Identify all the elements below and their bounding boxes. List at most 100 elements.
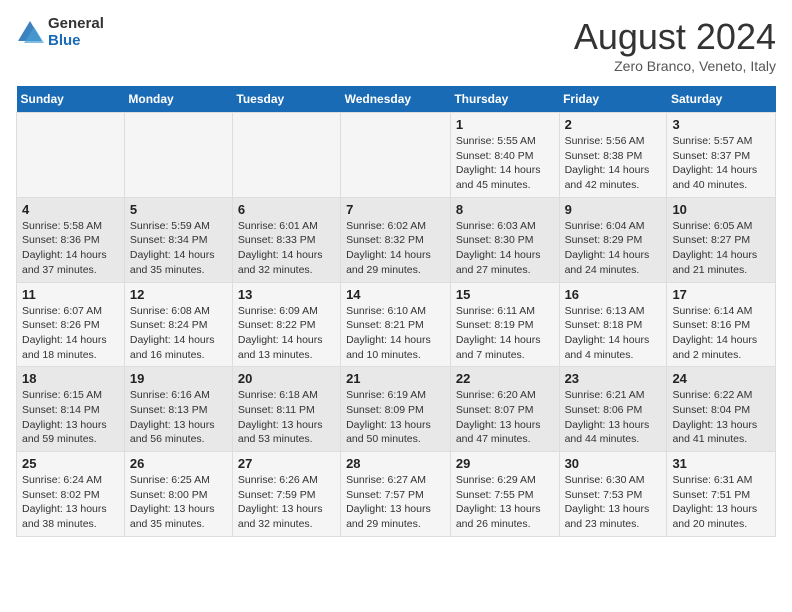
calendar-week-row: 11 Sunrise: 6:07 AM Sunset: 8:26 PM Dayli… <box>17 282 776 367</box>
calendar-cell: 3Sunrise: 5:57 AM Sunset: 8:37 PM Daylig… <box>667 113 776 198</box>
day-number: 29 <box>456 456 554 471</box>
calendar-cell: 24Sunrise: 6:22 AM Sunset: 8:04 PM Dayli… <box>667 367 776 452</box>
calendar-cell: 14 Sunrise: 6:10 AM Sunset: 8:21 PM Dayli… <box>341 282 451 367</box>
day-info: Sunrise: 6:02 AM Sunset: 8:32 PM Dayligh… <box>346 219 445 278</box>
calendar-cell: 26Sunrise: 6:25 AM Sunset: 8:00 PM Dayli… <box>124 452 232 537</box>
day-number: 24 <box>672 371 770 386</box>
day-info: Sunrise: 6:31 AM Sunset: 7:51 PM Dayligh… <box>672 473 770 532</box>
calendar-cell: 16Sunrise: 6:13 AM Sunset: 8:18 PM Dayli… <box>559 282 667 367</box>
calendar-cell: 28 Sunrise: 6:27 AM Sunset: 7:57 PM Dayli… <box>341 452 451 537</box>
day-info: Sunrise: 6:09 AM Sunset: 8:22 PM Dayligh… <box>238 304 335 363</box>
logo-blue: Blue <box>48 33 104 50</box>
day-number: 17 <box>672 287 770 302</box>
day-number: 11 <box>22 287 119 302</box>
day-info: Sunrise: 6:08 AM Sunset: 8:24 PM Dayligh… <box>130 304 227 363</box>
day-header: Wednesday <box>341 86 451 113</box>
day-number: 19 <box>130 371 227 386</box>
calendar-cell: 8 Sunrise: 6:03 AM Sunset: 8:30 PM Daylig… <box>450 197 559 282</box>
day-info: Sunrise: 6:21 AM Sunset: 8:06 PM Dayligh… <box>565 388 662 447</box>
calendar-week-row: 25 Sunrise: 6:24 AM Sunset: 8:02 PM Dayli… <box>17 452 776 537</box>
day-info: Sunrise: 6:30 AM Sunset: 7:53 PM Dayligh… <box>565 473 662 532</box>
month-title: August 2024 <box>574 16 776 58</box>
calendar-body: 1 Sunrise: 5:55 AM Sunset: 8:40 PM Daylig… <box>17 113 776 537</box>
day-header: Thursday <box>450 86 559 113</box>
day-number: 21 <box>346 371 445 386</box>
day-number: 31 <box>672 456 770 471</box>
calendar-cell: 6 Sunrise: 6:01 AM Sunset: 8:33 PM Daylig… <box>232 197 340 282</box>
calendar-week-row: 18Sunrise: 6:15 AM Sunset: 8:14 PM Dayli… <box>17 367 776 452</box>
day-number: 4 <box>22 202 119 217</box>
logo-text: General Blue <box>48 16 104 49</box>
day-info: Sunrise: 6:13 AM Sunset: 8:18 PM Dayligh… <box>565 304 662 363</box>
day-number: 26 <box>130 456 227 471</box>
day-number: 1 <box>456 117 554 132</box>
calendar-cell: 27 Sunrise: 6:26 AM Sunset: 7:59 PM Dayli… <box>232 452 340 537</box>
calendar-cell: 11 Sunrise: 6:07 AM Sunset: 8:26 PM Dayli… <box>17 282 125 367</box>
calendar-cell: 22Sunrise: 6:20 AM Sunset: 8:07 PM Dayli… <box>450 367 559 452</box>
day-info: Sunrise: 6:16 AM Sunset: 8:13 PM Dayligh… <box>130 388 227 447</box>
day-info: Sunrise: 6:15 AM Sunset: 8:14 PM Dayligh… <box>22 388 119 447</box>
calendar-cell: 9 Sunrise: 6:04 AM Sunset: 8:29 PM Daylig… <box>559 197 667 282</box>
day-header: Saturday <box>667 86 776 113</box>
day-number: 9 <box>565 202 662 217</box>
calendar-cell: 5 Sunrise: 5:59 AM Sunset: 8:34 PM Daylig… <box>124 197 232 282</box>
calendar-cell: 21 Sunrise: 6:19 AM Sunset: 8:09 PM Dayli… <box>341 367 451 452</box>
day-info: Sunrise: 6:24 AM Sunset: 8:02 PM Dayligh… <box>22 473 119 532</box>
day-number: 10 <box>672 202 770 217</box>
page-header: General Blue August 2024 Zero Branco, Ve… <box>16 16 776 74</box>
calendar-header: SundayMondayTuesdayWednesdayThursdayFrid… <box>17 86 776 113</box>
calendar-week-row: 1 Sunrise: 5:55 AM Sunset: 8:40 PM Daylig… <box>17 113 776 198</box>
day-info: Sunrise: 5:57 AM Sunset: 8:37 PM Dayligh… <box>672 134 770 193</box>
location-subtitle: Zero Branco, Veneto, Italy <box>574 58 776 74</box>
calendar-cell <box>341 113 451 198</box>
calendar-cell: 23Sunrise: 6:21 AM Sunset: 8:06 PM Dayli… <box>559 367 667 452</box>
calendar-cell: 12 Sunrise: 6:08 AM Sunset: 8:24 PM Dayli… <box>124 282 232 367</box>
day-number: 6 <box>238 202 335 217</box>
day-info: Sunrise: 6:04 AM Sunset: 8:29 PM Dayligh… <box>565 219 662 278</box>
day-number: 27 <box>238 456 335 471</box>
day-info: Sunrise: 6:27 AM Sunset: 7:57 PM Dayligh… <box>346 473 445 532</box>
day-info: Sunrise: 6:07 AM Sunset: 8:26 PM Dayligh… <box>22 304 119 363</box>
day-info: Sunrise: 6:03 AM Sunset: 8:30 PM Dayligh… <box>456 219 554 278</box>
day-number: 15 <box>456 287 554 302</box>
calendar-cell: 2 Sunrise: 5:56 AM Sunset: 8:38 PM Daylig… <box>559 113 667 198</box>
day-number: 20 <box>238 371 335 386</box>
day-number: 2 <box>565 117 662 132</box>
day-number: 12 <box>130 287 227 302</box>
day-info: Sunrise: 5:59 AM Sunset: 8:34 PM Dayligh… <box>130 219 227 278</box>
day-info: Sunrise: 6:29 AM Sunset: 7:55 PM Dayligh… <box>456 473 554 532</box>
day-info: Sunrise: 6:05 AM Sunset: 8:27 PM Dayligh… <box>672 219 770 278</box>
calendar-cell: 4 Sunrise: 5:58 AM Sunset: 8:36 PM Daylig… <box>17 197 125 282</box>
day-info: Sunrise: 6:01 AM Sunset: 8:33 PM Dayligh… <box>238 219 335 278</box>
calendar-cell: 31 Sunrise: 6:31 AM Sunset: 7:51 PM Dayli… <box>667 452 776 537</box>
day-number: 22 <box>456 371 554 386</box>
day-number: 5 <box>130 202 227 217</box>
day-info: Sunrise: 5:58 AM Sunset: 8:36 PM Dayligh… <box>22 219 119 278</box>
day-number: 28 <box>346 456 445 471</box>
day-header: Tuesday <box>232 86 340 113</box>
calendar-cell: 15Sunrise: 6:11 AM Sunset: 8:19 PM Dayli… <box>450 282 559 367</box>
logo-icon <box>16 19 44 47</box>
day-info: Sunrise: 6:10 AM Sunset: 8:21 PM Dayligh… <box>346 304 445 363</box>
logo-general: General <box>48 16 104 33</box>
day-info: Sunrise: 5:56 AM Sunset: 8:38 PM Dayligh… <box>565 134 662 193</box>
day-info: Sunrise: 6:19 AM Sunset: 8:09 PM Dayligh… <box>346 388 445 447</box>
calendar-cell: 7Sunrise: 6:02 AM Sunset: 8:32 PM Daylig… <box>341 197 451 282</box>
day-number: 30 <box>565 456 662 471</box>
calendar-cell: 17 Sunrise: 6:14 AM Sunset: 8:16 PM Dayli… <box>667 282 776 367</box>
day-info: Sunrise: 6:18 AM Sunset: 8:11 PM Dayligh… <box>238 388 335 447</box>
calendar-cell <box>232 113 340 198</box>
calendar-cell: 30 Sunrise: 6:30 AM Sunset: 7:53 PM Dayli… <box>559 452 667 537</box>
day-number: 14 <box>346 287 445 302</box>
calendar-cell: 19 Sunrise: 6:16 AM Sunset: 8:13 PM Dayli… <box>124 367 232 452</box>
day-info: Sunrise: 6:26 AM Sunset: 7:59 PM Dayligh… <box>238 473 335 532</box>
calendar-cell: 18Sunrise: 6:15 AM Sunset: 8:14 PM Dayli… <box>17 367 125 452</box>
day-number: 25 <box>22 456 119 471</box>
day-number: 8 <box>456 202 554 217</box>
day-header: Friday <box>559 86 667 113</box>
calendar-cell <box>17 113 125 198</box>
day-header: Monday <box>124 86 232 113</box>
calendar-table: SundayMondayTuesdayWednesdayThursdayFrid… <box>16 86 776 537</box>
day-info: Sunrise: 5:55 AM Sunset: 8:40 PM Dayligh… <box>456 134 554 193</box>
day-info: Sunrise: 6:14 AM Sunset: 8:16 PM Dayligh… <box>672 304 770 363</box>
